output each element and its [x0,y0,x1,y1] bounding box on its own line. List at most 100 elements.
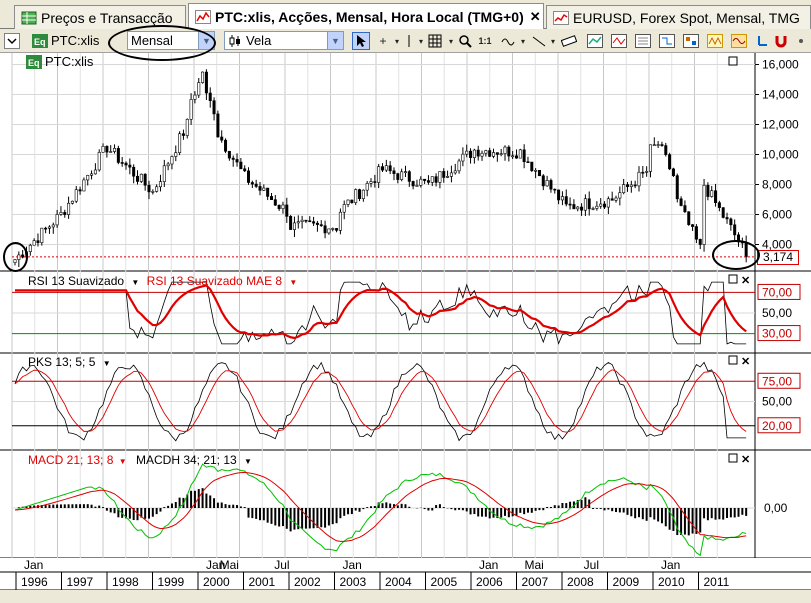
year-tick-label: 2005 [431,575,458,589]
month-tick-label: Jan [479,558,498,572]
extra-icon[interactable] [754,32,772,50]
candle-body [430,176,434,183]
candle-body [610,198,614,201]
candle-body [147,184,151,193]
collapse-button[interactable] [4,31,24,50]
zoom-icon[interactable] [456,32,474,50]
candle-body [407,171,411,182]
candle-body [300,219,304,222]
zoom-reset-icon[interactable]: 1:1 [476,32,494,50]
candle-body [476,149,480,157]
candle-body [492,152,496,157]
rsi-tick-label: 30,00 [762,327,792,341]
candle-body [40,227,44,243]
chevron-down-icon[interactable]: ▼ [289,278,297,287]
candle-body [289,216,293,230]
candle-body [438,171,442,183]
indicator-icon[interactable] [586,32,604,50]
year-tick-label: 2011 [704,575,730,589]
candle-body [181,133,185,136]
candle-body [568,203,572,206]
candle-body [185,119,189,136]
candle-body [319,224,323,227]
candle-body [292,222,296,230]
macd-label[interactable]: MACD 21; 13; 8 [28,453,113,467]
year-tick-label: 2004 [385,575,412,589]
candle-body [258,186,262,191]
candle-body [78,189,82,192]
more-icon[interactable] [792,32,810,50]
candle-body [453,170,457,174]
wave-alt-icon[interactable] [730,32,748,50]
app-window: Preços e Transacção PTC:xlis, Acções, Me… [0,0,811,603]
macdh-label[interactable]: MACDH 34; 21; 13 [136,453,237,467]
candle-body [323,225,327,234]
candle-body [120,162,124,164]
candle-body [698,238,702,245]
candle-body [331,228,335,230]
panel-symbol-label[interactable]: Eq PTC:xlis [26,54,93,69]
chevron-down-icon[interactable]: ▼ [103,359,111,368]
candle-body [97,152,101,171]
candle-body [51,224,55,228]
eraser-icon[interactable] [560,32,578,50]
candle-body [193,94,197,100]
panel-symbol-text: PTC:xlis [45,54,94,69]
compare-icon[interactable] [658,32,676,50]
magnet-icon[interactable] [772,32,790,50]
candle-body [235,159,239,163]
candle-body [32,240,36,246]
chevron-down-icon[interactable]: ▼ [119,457,127,466]
candle-icon [229,34,240,47]
candle-body [124,162,128,166]
rsi-label[interactable]: RSI 13 Suavizado [28,274,124,288]
close-icon[interactable]: ✕ [530,9,541,25]
tab-ptc-chart[interactable]: PTC:xlis, Acções, Mensal, Hora Local (TM… [188,3,544,30]
candle-body [109,151,113,153]
candle-body [113,148,117,152]
symbol-selector[interactable]: Eq PTC:xlis [32,31,104,50]
pks-label[interactable]: PKS 13; 5; 5 [28,355,95,369]
rsi-mae-label[interactable]: RSI 13 Suavizado MAE 8 [147,274,282,288]
candle-body [403,171,407,173]
signal-icon[interactable] [706,32,724,50]
candle-body [606,198,610,208]
maximize-icon [728,274,738,284]
pks-tick-label: 75,00 [762,374,792,388]
annotation-ellipse-end [712,240,760,270]
candle-body [67,202,71,215]
candle-body [158,181,162,188]
candle-body [683,205,687,213]
month-tick-label: Jul [584,558,599,572]
chart-type-select[interactable]: Vela ▼ [224,31,344,50]
candle-body [679,198,683,206]
candle-body [583,198,587,211]
chevron-down-icon[interactable]: ▼ [131,278,139,287]
year-tick-label: 2000 [203,575,230,589]
template-icon[interactable] [634,32,652,50]
candle-body [645,171,649,173]
chart-area[interactable]: 16,000 14,000 12,000 10,000 8,000 6,000 4,000 7… [0,25,811,603]
chart-style-icon[interactable] [610,32,628,50]
candle-body [660,144,664,146]
candle-body [618,192,622,199]
candle-body [273,199,277,206]
pointer-icon[interactable] [352,32,370,50]
tab-eurusd[interactable]: EURUSD, Forex Spot, Mensal, TMG [546,5,811,29]
candle-body [105,145,109,153]
candle-body [564,196,568,205]
candle-body [377,166,381,183]
close-icon: ✕ [741,454,750,466]
candle-body [262,187,266,191]
candle-body [101,145,105,153]
month-tick-label: Jan [343,558,362,572]
candle-body [637,171,641,187]
candle-body [572,204,576,210]
year-tick-label: 2010 [658,575,685,589]
chevron-down-icon[interactable]: ▼ [244,457,252,466]
tiles-icon[interactable] [682,32,700,50]
candle-body [545,180,549,187]
candle-body [668,154,672,170]
chart-canvas[interactable]: 16,00014,00012,00010,0008,0006,0004,0007… [0,53,811,603]
pks-tick-label: 20,00 [762,419,792,433]
